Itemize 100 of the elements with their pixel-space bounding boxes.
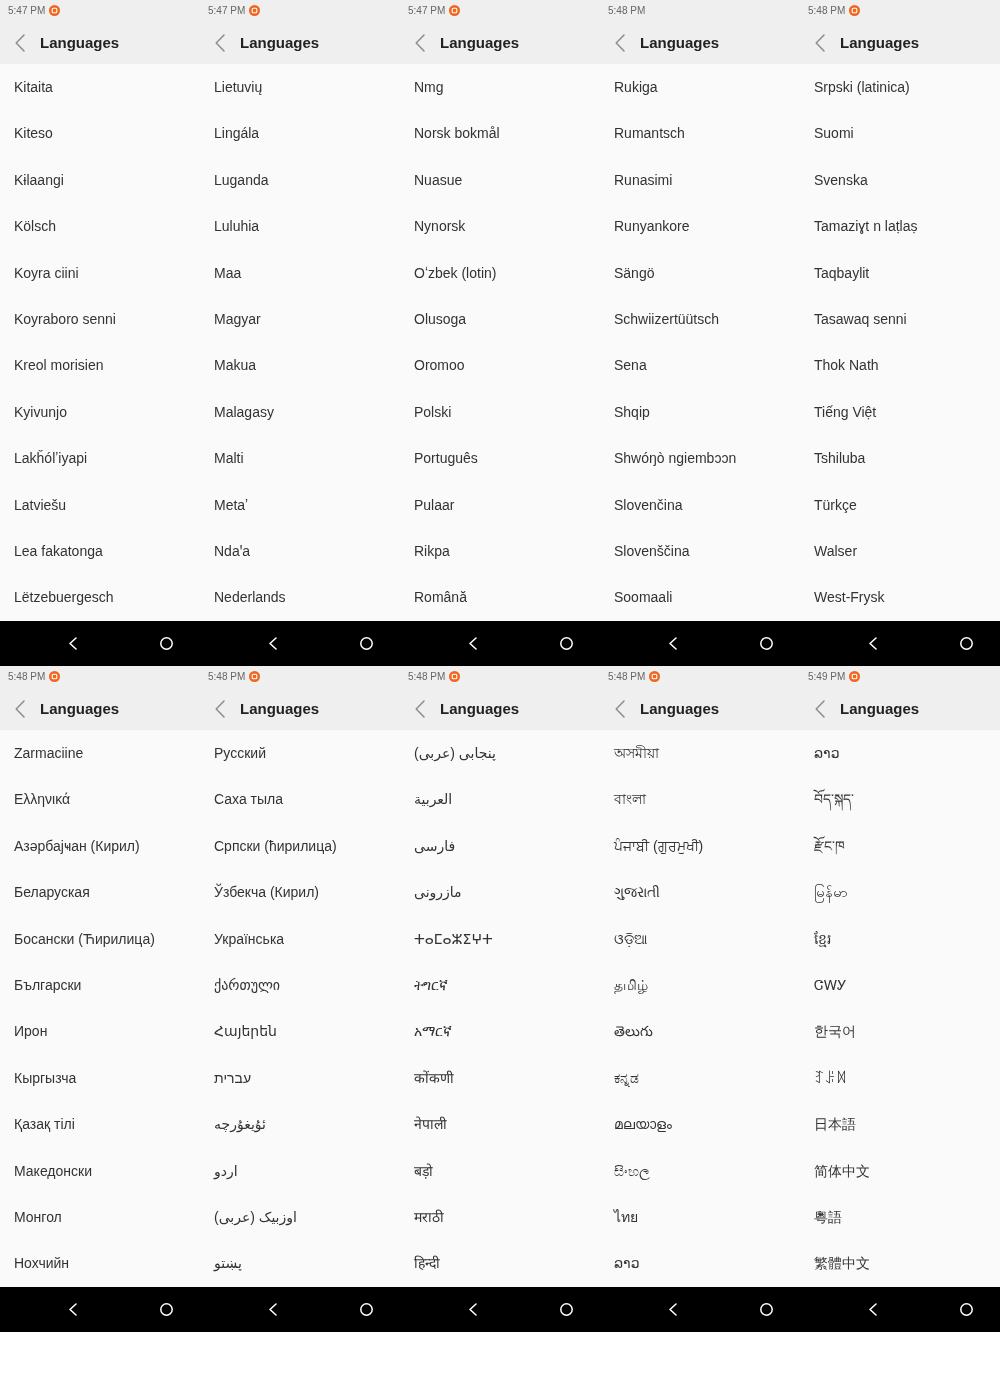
language-option[interactable]: Shqip: [614, 402, 650, 421]
language-option[interactable]: Kyivunjo: [14, 402, 67, 421]
language-option[interactable]: తెలుగు: [614, 1022, 653, 1041]
language-option[interactable]: West-Frysk: [814, 588, 885, 607]
language-option[interactable]: Кыргызча: [14, 1068, 77, 1087]
language-option[interactable]: Lea fakatonga: [14, 542, 103, 561]
language-option[interactable]: ꆈꌠꉙ: [814, 1068, 847, 1087]
home-icon[interactable]: [560, 637, 573, 650]
language-option[interactable]: Ўзбекча (Кирил): [214, 883, 319, 902]
language-option[interactable]: Rumantsch: [614, 124, 685, 143]
language-option[interactable]: Luluhia: [214, 217, 260, 236]
language-option[interactable]: Português: [414, 449, 478, 468]
home-icon[interactable]: [360, 1303, 373, 1316]
language-option[interactable]: बड़ो: [414, 1161, 433, 1180]
language-option[interactable]: Runasimi: [614, 170, 673, 190]
language-option[interactable]: Tshiluba: [814, 449, 866, 468]
language-option[interactable]: অসমীয়া: [614, 744, 659, 763]
language-option[interactable]: العربية: [414, 790, 453, 809]
language-option[interactable]: Українська: [214, 929, 285, 948]
language-option[interactable]: ಕನ್ನಡ: [614, 1068, 639, 1087]
language-option[interactable]: Walser: [814, 542, 858, 561]
home-icon[interactable]: [760, 1303, 773, 1316]
language-option[interactable]: Саха тыла: [214, 790, 283, 809]
language-option[interactable]: Magyar: [214, 310, 261, 329]
language-option[interactable]: Српски (ћирилица): [214, 836, 337, 856]
language-option[interactable]: မြန်မာ: [814, 883, 848, 902]
language-option[interactable]: 简体中文: [814, 1161, 870, 1180]
language-option[interactable]: Makua: [214, 356, 257, 375]
language-option[interactable]: Rukiga: [614, 78, 658, 97]
language-option[interactable]: Slovenčina: [614, 495, 683, 514]
language-option[interactable]: Kiteso: [14, 124, 53, 143]
language-option[interactable]: Srpski (latinica): [814, 78, 910, 97]
language-option[interactable]: ئۇيغۇرچە: [214, 1115, 266, 1134]
home-icon[interactable]: [560, 1303, 573, 1316]
language-option[interactable]: Polski: [414, 402, 452, 421]
language-option[interactable]: Runyankore: [614, 217, 690, 236]
language-option[interactable]: አማርኛ: [414, 1022, 452, 1041]
language-option[interactable]: Oromoo: [414, 356, 465, 375]
language-option[interactable]: རྫོང་ཁ: [814, 836, 845, 856]
home-icon[interactable]: [360, 637, 373, 650]
language-option[interactable]: Olusoga: [414, 310, 467, 329]
language-option[interactable]: Oʻzbek (lotin): [414, 263, 497, 282]
language-option[interactable]: Kɨlaangi: [14, 170, 64, 190]
language-option[interactable]: कोंकणी: [414, 1068, 454, 1087]
language-option[interactable]: Norsk bokmål: [414, 124, 500, 143]
language-option[interactable]: ខ្មែរ: [814, 929, 831, 948]
language-option[interactable]: 한국어: [814, 1022, 856, 1041]
language-option[interactable]: اوزبیک (عربی): [214, 1208, 297, 1227]
language-option[interactable]: Български: [14, 976, 82, 995]
language-option[interactable]: Türkçe: [814, 495, 857, 514]
language-option[interactable]: Русский: [214, 744, 266, 763]
language-option[interactable]: ⵜⴰⵎⴰⵣⵉⵖⵜ: [414, 929, 493, 948]
language-option[interactable]: Lietuvių: [214, 78, 263, 97]
language-option[interactable]: Македонски: [14, 1161, 92, 1180]
language-option[interactable]: বাংলা: [614, 790, 646, 809]
language-option[interactable]: Rikpa: [414, 542, 450, 561]
language-option[interactable]: Koyra ciini: [14, 263, 79, 282]
language-option[interactable]: Sena: [614, 356, 647, 375]
language-option[interactable]: اردو: [214, 1161, 238, 1180]
language-option[interactable]: Հայերեն: [214, 1022, 277, 1041]
language-option[interactable]: ትግርኛ: [414, 976, 448, 995]
language-option[interactable]: Tiếng Việt: [814, 402, 877, 421]
language-option[interactable]: Română: [414, 588, 467, 607]
language-option[interactable]: Soomaali: [614, 588, 673, 607]
language-option[interactable]: پښتو: [214, 1254, 242, 1273]
language-option[interactable]: Nynorsk: [414, 217, 466, 236]
language-option[interactable]: Tamaziɣt n laṭlaṣ: [814, 217, 918, 236]
language-option[interactable]: Беларуская: [14, 883, 90, 902]
language-option[interactable]: Нохчийн: [14, 1254, 70, 1273]
language-option[interactable]: Монгол: [14, 1208, 62, 1227]
language-option[interactable]: தமிழ்: [614, 976, 648, 995]
language-option[interactable]: עברית: [214, 1068, 252, 1087]
language-option[interactable]: Lingála: [214, 124, 260, 143]
language-option[interactable]: Malagasy: [214, 402, 274, 421]
language-option[interactable]: हिन्दी: [414, 1254, 440, 1273]
language-option[interactable]: Slovenščina: [614, 542, 690, 561]
language-option[interactable]: Kreol morisien: [14, 356, 104, 375]
language-option[interactable]: Lëtzebuergesch: [14, 588, 114, 607]
language-option[interactable]: नेपाली: [414, 1115, 447, 1134]
language-option[interactable]: Schwiizertüütsch: [614, 310, 720, 329]
language-option[interactable]: Босански (Ћирилица): [14, 929, 155, 948]
language-option[interactable]: Ирон: [14, 1022, 48, 1041]
language-option[interactable]: മലയാളം: [614, 1115, 672, 1134]
language-option[interactable]: Nuasue: [414, 170, 463, 190]
language-option[interactable]: मराठी: [414, 1208, 444, 1227]
language-option[interactable]: Ndaꞌa: [214, 542, 251, 561]
language-option[interactable]: Kölsch: [14, 217, 57, 236]
language-option[interactable]: 繁體中文: [814, 1254, 870, 1273]
home-icon[interactable]: [960, 637, 973, 650]
language-option[interactable]: Pulaar: [414, 495, 455, 514]
language-option[interactable]: Nmg: [414, 78, 444, 97]
language-option[interactable]: Kitaita: [14, 78, 53, 97]
language-option[interactable]: Азәрбајҹан (Кирил): [14, 836, 140, 856]
language-option[interactable]: مازرونی: [414, 883, 462, 902]
home-icon[interactable]: [760, 637, 773, 650]
home-icon[interactable]: [960, 1303, 973, 1316]
language-option[interactable]: پنجابی (عربی): [414, 744, 496, 763]
language-option[interactable]: සිංහල: [614, 1161, 650, 1180]
language-option[interactable]: Қазақ тілі: [14, 1115, 75, 1134]
language-option[interactable]: Lakȟólʼiyapi: [14, 449, 88, 468]
